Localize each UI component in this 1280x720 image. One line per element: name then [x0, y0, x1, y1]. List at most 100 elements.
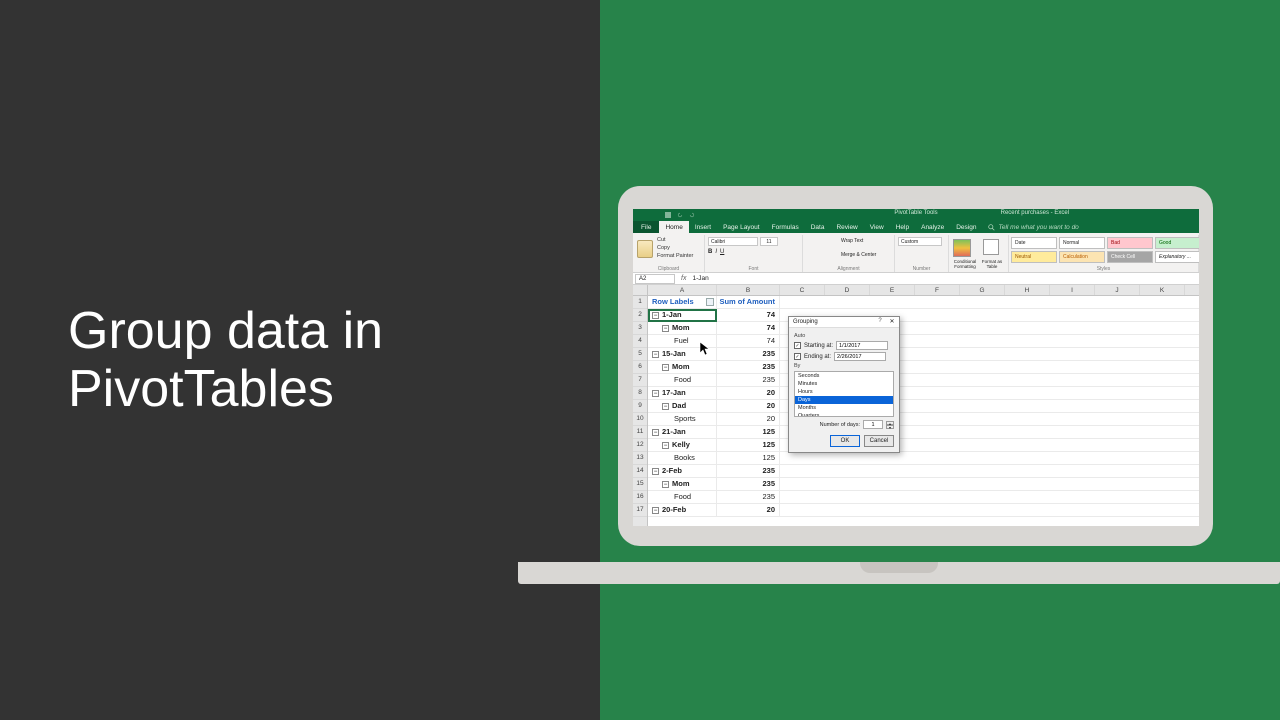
column-header-C[interactable]: C — [780, 285, 825, 295]
cell-b[interactable]: 74 — [717, 322, 780, 334]
column-header-H[interactable]: H — [1005, 285, 1050, 295]
row-header[interactable]: 5 — [633, 348, 647, 361]
cell-b[interactable]: 235 — [717, 465, 780, 477]
filter-dropdown-icon[interactable] — [706, 298, 714, 306]
cancel-button[interactable]: Cancel — [864, 435, 894, 447]
underline-button[interactable]: U — [720, 249, 724, 255]
row-header[interactable]: 15 — [633, 478, 647, 491]
style-good[interactable]: Good — [1155, 237, 1199, 249]
cell-b[interactable]: 125 — [717, 452, 780, 464]
tab-data[interactable]: Data — [805, 221, 831, 233]
cell-b[interactable]: 20 — [717, 387, 780, 399]
by-listbox[interactable]: SecondsMinutesHoursDaysMonthsQuartersYea… — [794, 371, 894, 417]
style-bad[interactable]: Bad — [1107, 237, 1153, 249]
row-header[interactable]: 3 — [633, 322, 647, 335]
dialog-help-button[interactable]: ? — [875, 318, 885, 326]
cell-b[interactable]: 74 — [717, 309, 780, 321]
row-header[interactable]: 1 — [633, 296, 647, 309]
cell-a[interactable]: Food — [648, 491, 717, 503]
merge-center-button[interactable]: Merge & Center — [841, 252, 876, 258]
tab-help[interactable]: Help — [890, 221, 915, 233]
column-header-J[interactable]: J — [1095, 285, 1140, 295]
row-header[interactable]: 11 — [633, 426, 647, 439]
cell-b[interactable]: 235 — [717, 374, 780, 386]
ok-button[interactable]: OK — [830, 435, 860, 447]
format-painter-button[interactable]: Format Painter — [657, 253, 693, 259]
row-header[interactable]: 2 — [633, 309, 647, 322]
row-header[interactable]: 16 — [633, 491, 647, 504]
cell-a[interactable]: −15-Jan — [648, 348, 717, 360]
tell-me-search[interactable]: Tell me what you want to do — [982, 221, 1084, 233]
number-of-days-input[interactable] — [863, 420, 883, 429]
by-option-hours[interactable]: Hours — [795, 388, 893, 396]
row-header[interactable]: 17 — [633, 504, 647, 517]
fx-icon[interactable]: fx — [681, 275, 686, 282]
cell-b[interactable]: 20 — [717, 504, 780, 516]
cell-b[interactable]: 235 — [717, 348, 780, 360]
name-box[interactable]: A2 — [635, 274, 675, 284]
tab-formulas[interactable]: Formulas — [766, 221, 805, 233]
tab-page-layout[interactable]: Page Layout — [717, 221, 766, 233]
cell-b[interactable]: 74 — [717, 335, 780, 347]
cell-a[interactable]: Food — [648, 374, 717, 386]
column-header-K[interactable]: K — [1140, 285, 1185, 295]
save-icon[interactable] — [665, 212, 671, 218]
cell-b[interactable]: 125 — [717, 426, 780, 438]
redo-icon[interactable] — [689, 212, 695, 218]
cell-a[interactable]: −Mom — [648, 478, 717, 490]
cell-a[interactable]: −2-Feb — [648, 465, 717, 477]
column-header-F[interactable]: F — [915, 285, 960, 295]
cell-b[interactable]: 20 — [717, 413, 780, 425]
cell-b[interactable]: 125 — [717, 439, 780, 451]
starting-at-checkbox[interactable]: ✓ — [794, 342, 801, 349]
row-header[interactable]: 6 — [633, 361, 647, 374]
ending-at-input[interactable] — [834, 352, 886, 361]
cell-a[interactable]: Books — [648, 452, 717, 464]
worksheet-grid[interactable]: ABCDEFGHIJK 1234567891011121314151617 Ro… — [633, 285, 1199, 526]
number-format-select[interactable]: Custom — [898, 237, 942, 246]
style-calculation[interactable]: Calculation — [1059, 251, 1105, 263]
bold-button[interactable]: B — [708, 249, 712, 255]
cell-b[interactable]: 235 — [717, 361, 780, 373]
cell-a[interactable]: −Dad — [648, 400, 717, 412]
conditional-formatting-icon[interactable] — [953, 239, 971, 257]
ending-at-checkbox[interactable]: ✓ — [794, 353, 801, 360]
undo-icon[interactable] — [677, 212, 683, 218]
cell-a[interactable]: −17-Jan — [648, 387, 717, 399]
cell-a[interactable]: Row Labels — [648, 296, 717, 308]
font-size-select[interactable]: 11 — [760, 237, 778, 246]
italic-button[interactable]: I — [715, 249, 717, 255]
style-date[interactable]: Date — [1011, 237, 1057, 249]
starting-at-input[interactable] — [836, 341, 888, 350]
dialog-titlebar[interactable]: Grouping ? ✕ — [789, 317, 899, 328]
column-header-B[interactable]: B — [717, 285, 780, 295]
by-option-quarters[interactable]: Quarters — [795, 412, 893, 417]
cell-b[interactable]: 235 — [717, 491, 780, 503]
style-neutral[interactable]: Neutral — [1011, 251, 1057, 263]
paste-icon[interactable] — [637, 240, 653, 258]
tab-insert[interactable]: Insert — [689, 221, 717, 233]
by-option-seconds[interactable]: Seconds — [795, 372, 893, 380]
cell-a[interactable]: −Kelly — [648, 439, 717, 451]
by-option-months[interactable]: Months — [795, 404, 893, 412]
column-header-G[interactable]: G — [960, 285, 1005, 295]
column-header-D[interactable]: D — [825, 285, 870, 295]
column-header-I[interactable]: I — [1050, 285, 1095, 295]
row-header[interactable]: 4 — [633, 335, 647, 348]
formula-bar[interactable]: 1-Jan — [692, 275, 1199, 282]
font-name-select[interactable]: Calibri — [708, 237, 758, 246]
tab-analyze[interactable]: Analyze — [915, 221, 950, 233]
tab-file[interactable]: File — [633, 221, 659, 233]
tab-view[interactable]: View — [864, 221, 890, 233]
row-header[interactable]: 13 — [633, 452, 647, 465]
tab-design[interactable]: Design — [950, 221, 982, 233]
cells-area[interactable]: Row LabelsSum of Amount−1-Jan74−Mom74Fue… — [648, 296, 1199, 526]
cell-a[interactable]: −Mom — [648, 361, 717, 373]
cell-a[interactable]: −21-Jan — [648, 426, 717, 438]
dialog-close-button[interactable]: ✕ — [887, 318, 897, 326]
cell-a[interactable]: −20-Feb — [648, 504, 717, 516]
row-header[interactable]: 14 — [633, 465, 647, 478]
cut-button[interactable]: Cut — [657, 237, 666, 243]
style-explanatory[interactable]: Explanatory ... — [1155, 251, 1199, 263]
tab-review[interactable]: Review — [830, 221, 863, 233]
